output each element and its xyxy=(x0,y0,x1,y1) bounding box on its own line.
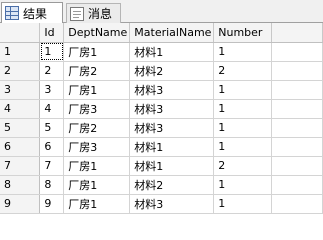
cell-filler xyxy=(271,156,323,176)
cell-filler xyxy=(271,175,323,195)
row-number[interactable]: 6 xyxy=(0,137,41,157)
cell-materialname[interactable]: 材料1 xyxy=(129,42,215,62)
cell-filler xyxy=(271,99,323,119)
column-header-materialname[interactable]: MaterialName xyxy=(129,23,215,43)
cell-materialname[interactable]: 材料3 xyxy=(129,118,215,138)
cell-number[interactable]: 1 xyxy=(213,42,273,62)
header-row: Id DeptName MaterialName Number xyxy=(0,23,323,43)
cell-id[interactable]: 9 xyxy=(39,194,65,214)
cell-id[interactable]: 2 xyxy=(39,61,65,81)
cell-id[interactable]: 8 xyxy=(39,175,65,195)
message-icon xyxy=(70,6,84,21)
tab-messages-label: 消息 xyxy=(88,7,113,21)
cell-deptname[interactable]: 厂房1 xyxy=(63,80,131,100)
cell-filler xyxy=(271,194,323,214)
cell-materialname[interactable]: 材料1 xyxy=(129,137,215,157)
table-row[interactable]: 3 3 厂房1 材料3 1 xyxy=(0,80,323,100)
tab-messages[interactable]: 消息 xyxy=(66,3,121,23)
row-number[interactable]: 1 xyxy=(0,42,41,62)
table-row[interactable]: 4 4 厂房3 材料3 1 xyxy=(0,99,323,119)
cell-filler xyxy=(271,80,323,100)
cell-deptname[interactable]: 厂房1 xyxy=(63,175,131,195)
cell-id[interactable]: 1 xyxy=(39,42,65,62)
row-number[interactable]: 7 xyxy=(0,156,41,176)
cell-materialname[interactable]: 材料3 xyxy=(129,80,215,100)
tab-results-label: 结果 xyxy=(23,6,48,21)
row-number[interactable]: 5 xyxy=(0,118,41,138)
cell-materialname[interactable]: 材料2 xyxy=(129,175,215,195)
cell-number[interactable]: 2 xyxy=(213,61,273,81)
cell-deptname[interactable]: 厂房1 xyxy=(63,42,131,62)
column-header-deptname[interactable]: DeptName xyxy=(63,23,131,43)
cell-deptname[interactable]: 厂房2 xyxy=(63,118,131,138)
cell-filler xyxy=(271,118,323,138)
cell-number[interactable]: 1 xyxy=(213,194,273,214)
cell-id[interactable]: 4 xyxy=(39,99,65,119)
row-number[interactable]: 3 xyxy=(0,80,41,100)
cell-filler xyxy=(271,61,323,81)
table-row[interactable]: 8 8 厂房1 材料2 1 xyxy=(0,175,323,195)
row-number[interactable]: 8 xyxy=(0,175,41,195)
column-header-filler xyxy=(271,23,323,43)
cell-materialname[interactable]: 材料1 xyxy=(129,156,215,176)
cell-number[interactable]: 1 xyxy=(213,118,273,138)
row-number[interactable]: 9 xyxy=(0,194,41,214)
column-header-id[interactable]: Id xyxy=(39,23,65,43)
table-row[interactable]: 1 1 厂房1 材料1 1 xyxy=(0,42,323,62)
table-row[interactable]: 6 6 厂房3 材料1 1 xyxy=(0,137,323,157)
table-row[interactable]: 5 5 厂房2 材料3 1 xyxy=(0,118,323,138)
tab-results[interactable]: 结果 xyxy=(1,2,63,24)
row-number[interactable]: 4 xyxy=(0,99,41,119)
cell-id[interactable]: 7 xyxy=(39,156,65,176)
cell-deptname[interactable]: 厂房1 xyxy=(63,156,131,176)
cell-number[interactable]: 1 xyxy=(213,80,273,100)
cell-materialname[interactable]: 材料3 xyxy=(129,194,215,214)
cell-number[interactable]: 1 xyxy=(213,137,273,157)
cell-deptname[interactable]: 厂房3 xyxy=(63,137,131,157)
cell-deptname[interactable]: 厂房1 xyxy=(63,194,131,214)
cell-number[interactable]: 1 xyxy=(213,175,273,195)
table-row[interactable]: 2 2 厂房2 材料2 2 xyxy=(0,61,323,81)
grid-corner[interactable] xyxy=(0,23,41,43)
cell-id[interactable]: 5 xyxy=(39,118,65,138)
results-grid: Id DeptName MaterialName Number 1 1 厂房1 材料1… xyxy=(0,23,323,214)
cell-number[interactable]: 2 xyxy=(213,156,273,176)
cell-filler xyxy=(271,42,323,62)
row-number[interactable]: 2 xyxy=(0,61,41,81)
grid-icon xyxy=(5,6,19,20)
cell-filler xyxy=(271,137,323,157)
table-row[interactable]: 9 9 厂房1 材料3 1 xyxy=(0,194,323,214)
results-tab-bar: 结果 消息 xyxy=(0,0,323,24)
cell-deptname[interactable]: 厂房3 xyxy=(63,99,131,119)
cell-id[interactable]: 3 xyxy=(39,80,65,100)
cell-deptname[interactable]: 厂房2 xyxy=(63,61,131,81)
table-row[interactable]: 7 7 厂房1 材料1 2 xyxy=(0,156,323,176)
cell-number[interactable]: 1 xyxy=(213,99,273,119)
cell-materialname[interactable]: 材料3 xyxy=(129,99,215,119)
column-header-number[interactable]: Number xyxy=(213,23,273,43)
cell-materialname[interactable]: 材料2 xyxy=(129,61,215,81)
cell-id[interactable]: 6 xyxy=(39,137,65,157)
